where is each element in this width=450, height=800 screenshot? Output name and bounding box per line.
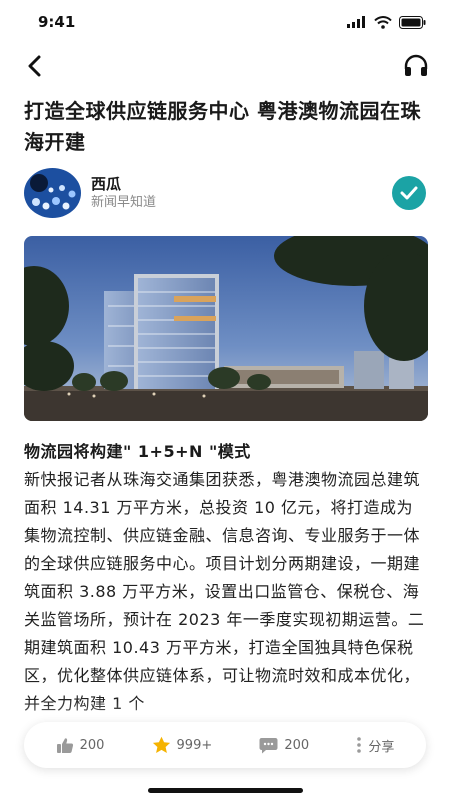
share-button[interactable]: 分享	[356, 736, 394, 755]
like-count: 200	[79, 737, 105, 753]
home-indicator	[148, 788, 303, 793]
listen-button[interactable]	[402, 52, 430, 80]
comment-count: 200	[284, 737, 310, 753]
section-heading: 物流园将构建" 1+5+N "模式	[24, 442, 251, 461]
star-icon	[152, 736, 170, 753]
thumbs-up-icon	[56, 737, 73, 753]
favorite-button[interactable]: 999+	[152, 736, 213, 754]
check-icon	[400, 186, 418, 200]
share-label: 分享	[368, 739, 395, 755]
building-illustration	[24, 236, 428, 421]
author-row[interactable]: 西瓜 新闻早知道	[24, 168, 428, 218]
article-title: 打造全球供应链服务中心 粤港澳物流园在珠海开建	[24, 99, 421, 154]
battery-icon	[399, 15, 426, 29]
avatar[interactable]	[24, 168, 81, 218]
signal-icon	[347, 16, 365, 28]
status-icons	[347, 15, 426, 29]
action-bar: 200 999+ 200 分享	[24, 722, 426, 768]
back-button[interactable]	[20, 52, 48, 80]
status-time: 9:41	[38, 13, 76, 31]
comment-button[interactable]: 200	[259, 737, 309, 754]
article-body: 新快报记者从珠海交通集团获悉，粤港澳物流园总建筑面积 14.31 万平方米，总投…	[24, 470, 425, 713]
author-name[interactable]: 西瓜	[91, 174, 392, 194]
author-source: 新闻早知道	[91, 195, 157, 210]
hero-image[interactable]	[24, 236, 428, 421]
status-bar: 9:41	[0, 0, 450, 44]
author-meta: 西瓜 新闻早知道	[91, 174, 392, 212]
nav-bar	[0, 46, 450, 86]
avatar-image	[24, 168, 81, 218]
article-content: 打造全球供应链服务中心 粤港澳物流园在珠海开建 西瓜 新闻早知道 物流园将构建"…	[24, 96, 428, 718]
comment-icon	[259, 737, 278, 753]
verified-badge	[392, 176, 426, 210]
more-vertical-icon	[357, 737, 362, 753]
wifi-icon	[374, 15, 392, 29]
like-button[interactable]: 200	[56, 737, 105, 754]
headphones-icon	[404, 54, 428, 76]
favorite-count: 999+	[176, 737, 213, 753]
chevron-left-icon	[28, 55, 41, 77]
